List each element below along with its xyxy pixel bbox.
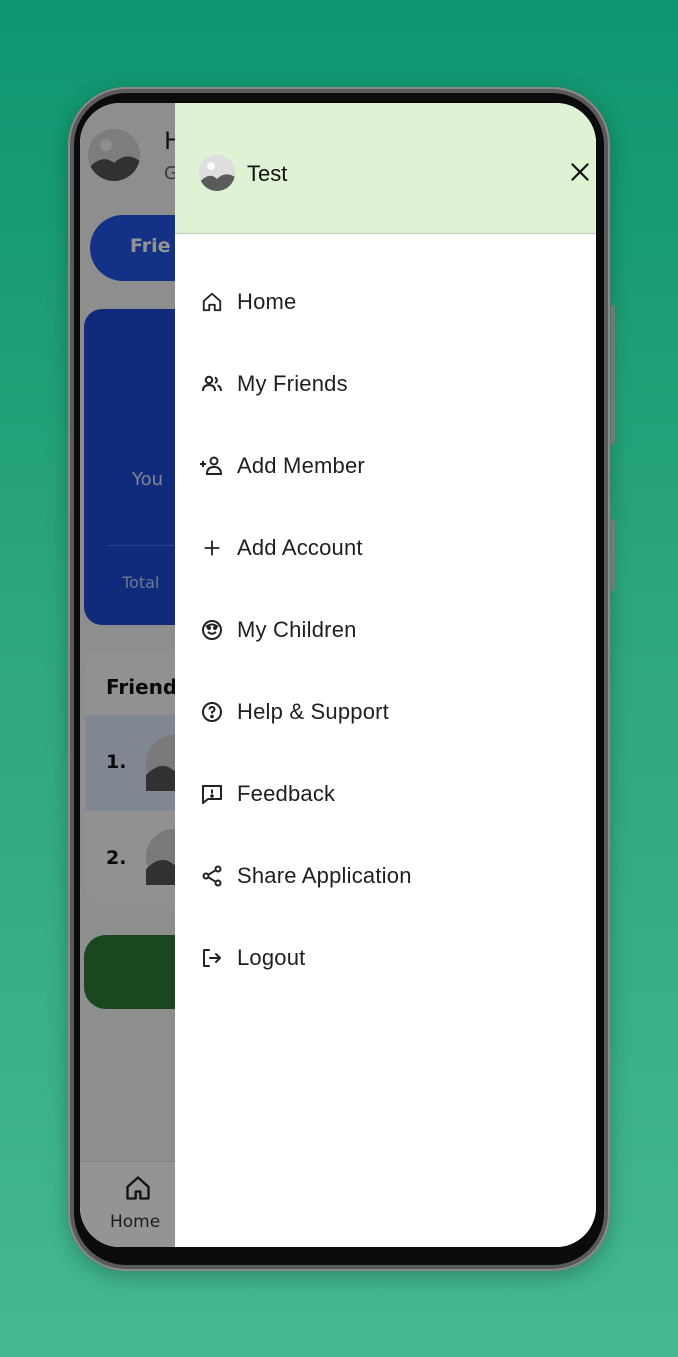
menu-item-home[interactable]: Home bbox=[175, 272, 596, 332]
menu-item-label: Home bbox=[237, 289, 297, 314]
menu-item-label: Share Application bbox=[237, 863, 412, 888]
menu-item-feedback[interactable]: Feedback bbox=[175, 764, 596, 824]
menu-item-add-member[interactable]: Add Member bbox=[175, 436, 596, 496]
drawer-header: Test bbox=[175, 103, 596, 234]
menu-item-label: Help & Support bbox=[237, 699, 389, 724]
navigation-drawer: Test Home My Friends Add Member Add Acco… bbox=[175, 103, 596, 1247]
menu-item-label: My Friends bbox=[237, 371, 348, 396]
power-button bbox=[611, 519, 615, 591]
volume-button bbox=[611, 305, 615, 445]
menu-item-label: Add Account bbox=[237, 535, 363, 560]
people-icon bbox=[199, 371, 225, 397]
feedback-icon bbox=[199, 781, 225, 807]
person-add-icon bbox=[199, 453, 225, 479]
menu-item-my-friends[interactable]: My Friends bbox=[175, 354, 596, 414]
phone-screen: H G Frie You Total Friends 1. 2. Home Te… bbox=[80, 103, 596, 1247]
menu-item-label: My Children bbox=[237, 617, 357, 642]
menu-item-label: Add Member bbox=[237, 453, 365, 478]
user-name: Test bbox=[247, 161, 288, 186]
menu-item-label: Feedback bbox=[237, 781, 336, 806]
user-avatar bbox=[199, 155, 235, 191]
close-icon bbox=[571, 163, 589, 181]
menu-item-logout[interactable]: Logout bbox=[175, 928, 596, 988]
plus-icon bbox=[199, 535, 225, 561]
menu-item-share-application[interactable]: Share Application bbox=[175, 846, 596, 906]
share-icon bbox=[199, 863, 225, 889]
help-icon bbox=[199, 699, 225, 725]
logout-icon bbox=[199, 945, 225, 971]
menu-item-label: Logout bbox=[237, 945, 306, 970]
home-icon bbox=[199, 289, 225, 315]
menu-item-my-children[interactable]: My Children bbox=[175, 600, 596, 660]
close-drawer-button[interactable] bbox=[567, 159, 593, 185]
menu-item-add-account[interactable]: Add Account bbox=[175, 518, 596, 578]
smile-icon bbox=[199, 617, 225, 643]
menu-item-help-support[interactable]: Help & Support bbox=[175, 682, 596, 742]
